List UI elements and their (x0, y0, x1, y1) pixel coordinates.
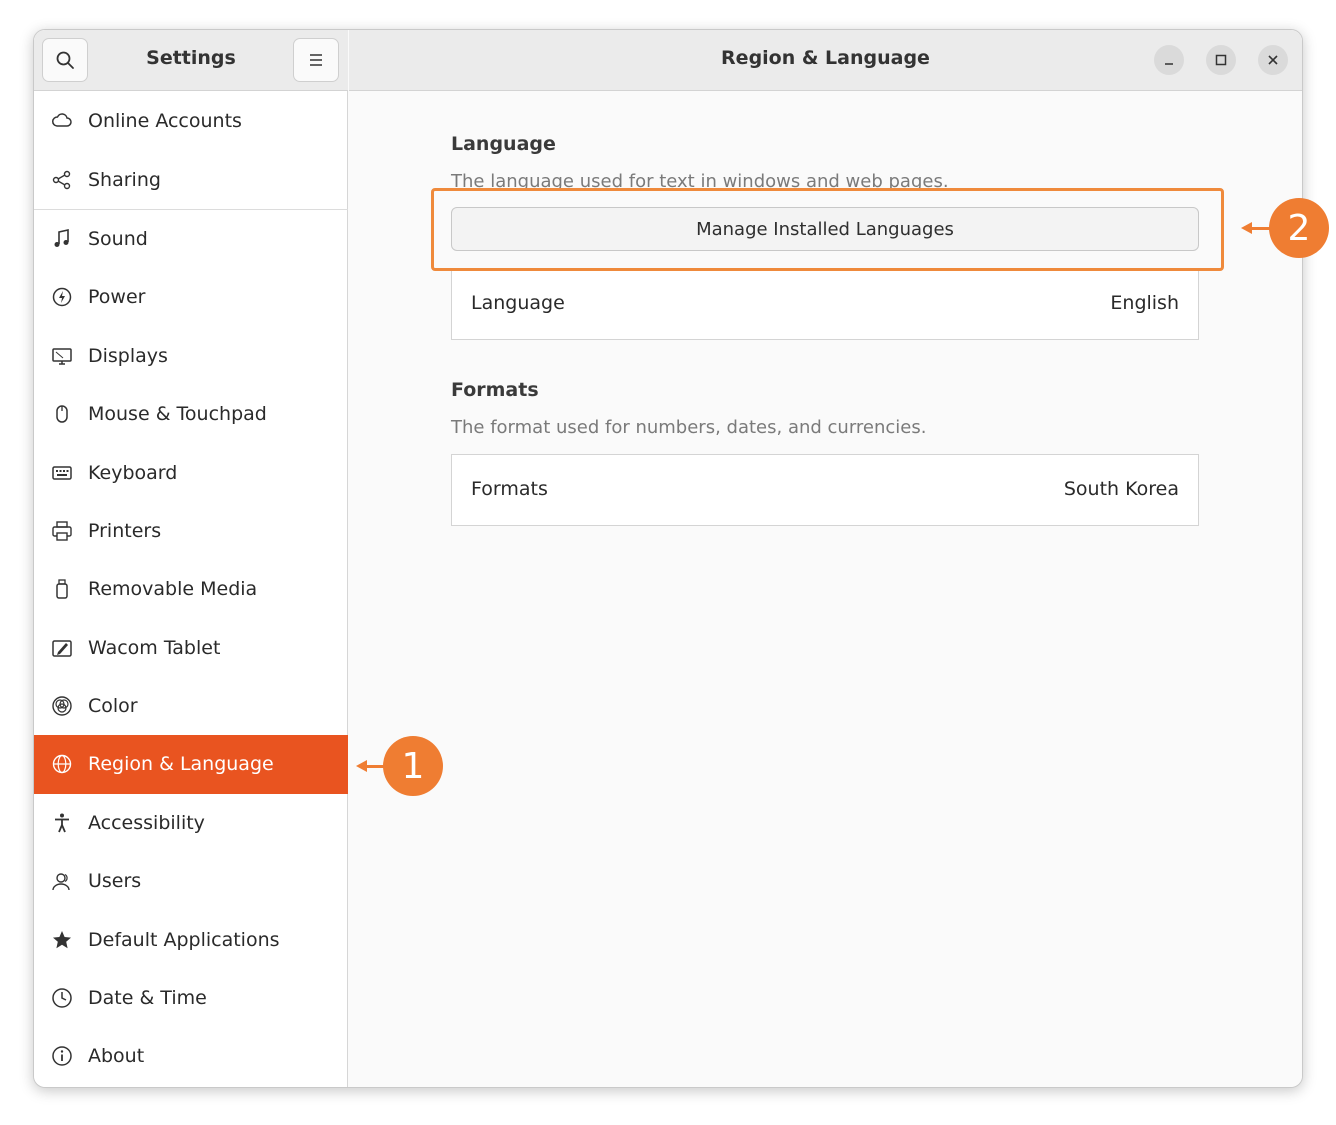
globe-icon (51, 753, 73, 775)
sidebar-item-printers[interactable]: Printers (34, 502, 348, 560)
sidebar-header: Settings (34, 30, 348, 91)
highlight-box-manage-languages (431, 188, 1224, 271)
sidebar-item-label: Printers (88, 519, 162, 542)
sidebar-item-label: Color (88, 695, 138, 718)
search-icon (56, 51, 74, 69)
music-note-icon (51, 228, 73, 250)
sidebar-item-sharing[interactable]: Sharing (34, 150, 348, 208)
callout-arrow-2 (1241, 222, 1271, 234)
info-icon (51, 1045, 73, 1067)
sidebar-item-label: Accessibility (88, 811, 205, 834)
formats-row-value: South Korea (1063, 478, 1179, 500)
sidebar-item-power[interactable]: Power (34, 268, 348, 326)
share-icon (51, 169, 73, 191)
formats-row[interactable]: Formats South Korea (451, 454, 1199, 526)
sidebar-item-about[interactable]: About (34, 1027, 348, 1085)
language-row-value: English (1110, 292, 1179, 314)
sidebar-item-label: Power (88, 286, 146, 309)
callout-badge-1: 1 (383, 736, 443, 796)
printer-icon (51, 520, 73, 542)
mouse-icon (51, 403, 73, 425)
minimize-icon (1165, 63, 1173, 65)
sidebar-item-label: About (88, 1045, 145, 1068)
sidebar-item-label: Removable Media (88, 578, 258, 601)
sidebar-item-default-applications[interactable]: Default Applications (34, 910, 348, 968)
language-row-label: Language (471, 292, 565, 314)
sidebar-item-label: Online Accounts (88, 110, 242, 133)
sidebar-item-removable-media[interactable]: Removable Media (34, 560, 348, 618)
maximize-button[interactable] (1206, 45, 1236, 75)
sidebar-item-label: Region & Language (88, 753, 274, 776)
keyboard-icon (51, 462, 73, 484)
sidebar-item-label: Displays (88, 344, 168, 367)
sidebar-item-label: Users (88, 870, 142, 893)
sidebar-item-users[interactable]: Users (34, 852, 348, 910)
sidebar-item-label: Default Applications (88, 928, 280, 951)
power-icon (51, 286, 73, 308)
color-icon (51, 695, 73, 717)
search-button[interactable] (42, 38, 88, 82)
cloud-icon (51, 110, 73, 132)
sidebar-item-keyboard[interactable]: Keyboard (34, 443, 348, 501)
maximize-icon (1215, 54, 1227, 66)
formats-row-label: Formats (471, 478, 548, 500)
sidebar-item-wacom-tablet[interactable]: Wacom Tablet (34, 619, 348, 677)
sidebar-nav: Online Accounts Sharing Sound Power Disp… (34, 92, 348, 1086)
callout-badge-2: 2 (1269, 198, 1329, 258)
display-icon (51, 345, 73, 367)
close-icon (1268, 55, 1278, 65)
sidebar-item-label: Wacom Tablet (88, 636, 221, 659)
sidebar-item-displays[interactable]: Displays (34, 327, 348, 385)
sidebar-item-online-accounts[interactable]: Online Accounts (34, 92, 348, 150)
sidebar-item-label: Keyboard (88, 461, 178, 484)
sidebar: Settings Online Accounts Sharing Sound P… (34, 30, 348, 1087)
language-section-title: Language (451, 133, 556, 155)
tablet-icon (51, 637, 73, 659)
sidebar-item-label: Sharing (88, 168, 161, 191)
hamburger-icon (310, 54, 322, 66)
sidebar-item-color[interactable]: Color (34, 677, 348, 735)
removable-media-icon (51, 578, 73, 600)
sidebar-item-label: Sound (88, 227, 148, 250)
clock-icon (51, 987, 73, 1009)
main-header: Region & Language (349, 30, 1302, 91)
users-icon (51, 870, 73, 892)
formats-section-description: The format used for numbers, dates, and … (451, 417, 927, 438)
sidebar-item-label: Mouse & Touchpad (88, 403, 267, 426)
minimize-button[interactable] (1154, 45, 1184, 75)
sidebar-item-mouse-touchpad[interactable]: Mouse & Touchpad (34, 385, 348, 443)
sidebar-item-sound[interactable]: Sound (34, 210, 348, 268)
sidebar-item-date-time[interactable]: Date & Time (34, 969, 348, 1027)
sidebar-item-label: Date & Time (88, 987, 207, 1010)
language-row[interactable]: Language English (451, 268, 1199, 340)
accessibility-icon (51, 812, 73, 834)
formats-section-title: Formats (451, 379, 539, 401)
sidebar-item-accessibility[interactable]: Accessibility (34, 794, 348, 852)
star-icon (51, 929, 73, 951)
sidebar-title: Settings (146, 47, 236, 69)
close-button[interactable] (1258, 45, 1288, 75)
main-menu-button[interactable] (293, 38, 339, 82)
sidebar-item-region-language[interactable]: Region & Language (34, 735, 348, 794)
